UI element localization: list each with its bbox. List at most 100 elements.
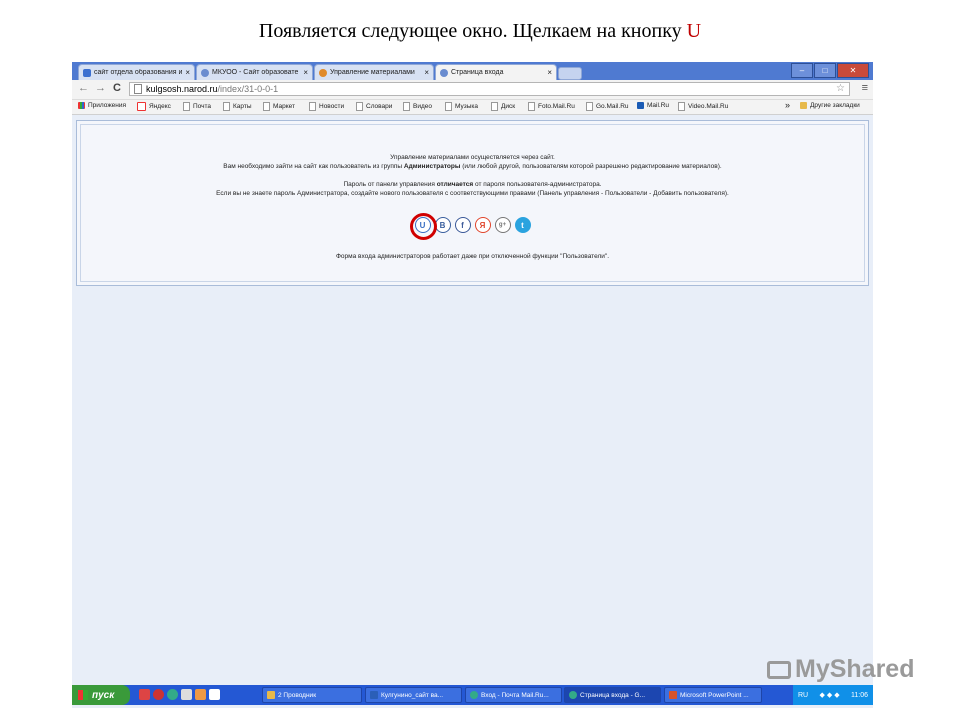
close-tab-icon[interactable]: × xyxy=(547,68,552,77)
site-favicon-icon xyxy=(201,68,209,77)
quicklaunch-opera-icon[interactable] xyxy=(153,689,164,700)
mail-ru-icon xyxy=(637,102,644,109)
browser-window: сайт отдела образования и × МКУОО - Сайт … xyxy=(72,62,873,708)
slide-caption: Появляется следующее окно. Щелкаем на кн… xyxy=(0,20,960,43)
bookmark-karty[interactable]: Карты xyxy=(223,102,252,111)
twitter-login-button[interactable]: t xyxy=(514,217,531,233)
bookmark-novosti[interactable]: Новости xyxy=(309,102,344,111)
bookmark-star-icon[interactable]: ☆ xyxy=(836,83,845,94)
task-label: Кулгунино_сайт ва... xyxy=(381,691,444,699)
tab-upravlenie[interactable]: Управление материалами × xyxy=(314,64,434,80)
site-favicon-icon xyxy=(319,68,327,77)
system-tray: RU ◆ ◆ ◆ 11:06 xyxy=(793,685,873,705)
footer-note: Форма входа администраторов работает даж… xyxy=(335,253,610,260)
info-line-2: Вам необходимо зайти на сайт как пользов… xyxy=(81,163,864,170)
window-controls: – □ ✕ xyxy=(790,63,869,78)
google-plus-login-button[interactable]: g+ xyxy=(494,217,511,233)
bookmark-label: Яндекс xyxy=(149,103,171,110)
quicklaunch-chrome-icon[interactable] xyxy=(167,689,178,700)
quicklaunch-filezilla-icon[interactable] xyxy=(139,689,150,700)
task-login-page[interactable]: Страница входа - G... xyxy=(564,687,661,703)
clock: 11:06 xyxy=(850,691,868,699)
bookmark-mail-ru[interactable]: Mail.Ru xyxy=(637,102,669,109)
tab-label: Страница входа xyxy=(451,69,504,76)
bookmark-pochta[interactable]: Почта xyxy=(183,102,211,111)
bookmark-label: Go.Mail.Ru xyxy=(596,103,629,110)
tab-login-page[interactable]: Страница входа × xyxy=(435,64,557,80)
reload-icon[interactable]: C xyxy=(113,82,121,94)
quicklaunch-firefox-icon[interactable] xyxy=(195,689,206,700)
page-icon xyxy=(183,102,190,111)
tab-label: Управление материалами xyxy=(330,69,415,76)
start-button[interactable]: пуск xyxy=(72,685,130,705)
info-line-3: Пароль от панели управления отличается о… xyxy=(81,181,864,188)
bookmark-label: Музыка xyxy=(455,103,478,110)
page-icon xyxy=(309,102,316,111)
bookmark-slovari[interactable]: Словари xyxy=(356,102,392,111)
bookmark-foto-mail[interactable]: Foto.Mail.Ru xyxy=(528,102,575,111)
caption-key: U xyxy=(686,20,702,42)
menu-icon[interactable]: ≡ xyxy=(862,82,868,94)
page-icon xyxy=(134,84,142,94)
task-powerpoint[interactable]: Microsoft PowerPoint ... xyxy=(664,687,762,703)
powerpoint-icon xyxy=(669,691,677,699)
tab-otdel[interactable]: сайт отдела образования и × xyxy=(78,64,195,80)
bookmark-go-mail[interactable]: Go.Mail.Ru xyxy=(586,102,629,111)
other-bookmarks[interactable]: Другие закладки xyxy=(800,102,860,109)
language-indicator[interactable]: RU xyxy=(798,692,808,699)
new-tab-button[interactable] xyxy=(558,67,582,80)
bookmark-label: Маркет xyxy=(273,103,296,110)
admin-login-panel: Управление материалами осуществляется че… xyxy=(76,120,869,286)
info-text: (или любой другой, пользователям которой… xyxy=(460,163,722,170)
page-icon xyxy=(223,102,230,111)
yandex-login-button[interactable]: Я xyxy=(474,217,491,233)
bookmark-market[interactable]: Маркет xyxy=(263,102,295,111)
close-tab-icon[interactable]: × xyxy=(185,68,190,77)
task-explorer[interactable]: 2 Проводник xyxy=(262,687,362,703)
close-window-button[interactable]: ✕ xyxy=(837,63,869,78)
page-icon xyxy=(528,102,535,111)
page-icon xyxy=(403,102,410,111)
chrome-icon xyxy=(569,691,577,699)
bookmark-label: Foto.Mail.Ru xyxy=(538,103,575,110)
tab-label: МКУОО - Сайт образовате xyxy=(212,69,299,76)
quicklaunch-desktop-icon[interactable] xyxy=(209,689,220,700)
bookmark-muzyka[interactable]: Музыка xyxy=(445,102,478,111)
browser-toolbar: ← → C kulgsosh.narod.ru/index/31-0-0-1 ☆… xyxy=(72,80,873,100)
task-mail[interactable]: Вход - Почта Mail.Ru... xyxy=(465,687,562,703)
monitor-icon xyxy=(767,660,791,679)
bookmark-label: Почта xyxy=(193,103,212,110)
bookmark-label: Video.Mail.Ru xyxy=(688,103,729,110)
bookmark-video-mail[interactable]: Video.Mail.Ru xyxy=(678,102,728,111)
bookmark-apps[interactable]: Приложения xyxy=(78,102,126,109)
minimize-button[interactable]: – xyxy=(791,63,813,78)
task-label: 2 Проводник xyxy=(278,691,317,699)
url-host: kulgsosh.narod.ru xyxy=(146,84,218,94)
tray-icons: ◆ ◆ ◆ xyxy=(819,692,840,699)
task-word[interactable]: Кулгунино_сайт ва... xyxy=(365,687,462,703)
address-bar[interactable]: kulgsosh.narod.ru/index/31-0-0-1 ☆ xyxy=(129,82,850,96)
more-bookmarks-chevron-icon[interactable]: » xyxy=(785,100,790,110)
tab-mkuoo[interactable]: МКУОО - Сайт образовате × xyxy=(196,64,313,80)
windows-taskbar: пуск 2 Проводник Кулгунино_сайт ва... Вх… xyxy=(72,685,873,705)
bookmark-yandex[interactable]: Яндекс xyxy=(137,102,171,111)
page-icon xyxy=(678,102,685,111)
maximize-button[interactable]: □ xyxy=(814,63,836,78)
bookmark-label: Приложения xyxy=(88,102,127,109)
watermark-text: MyShared xyxy=(795,655,915,683)
page-icon xyxy=(586,102,593,111)
close-tab-icon[interactable]: × xyxy=(424,68,429,77)
info-bold: Администраторы xyxy=(403,163,461,170)
close-tab-icon[interactable]: × xyxy=(303,68,308,77)
site-favicon-icon xyxy=(440,68,448,77)
bookmark-disk[interactable]: Диск xyxy=(491,102,515,111)
bookmarks-bar: Приложения Яндекс Почта Карты Маркет Нов… xyxy=(72,100,873,115)
back-arrow-icon[interactable]: ← xyxy=(78,82,89,94)
forward-arrow-icon[interactable]: → xyxy=(95,82,106,94)
bookmark-label: Другие закладки xyxy=(810,102,860,109)
quicklaunch-media-icon[interactable] xyxy=(181,689,192,700)
bookmark-video[interactable]: Видео xyxy=(403,102,432,111)
page-icon xyxy=(445,102,452,111)
facebook-login-button[interactable]: f xyxy=(454,217,471,233)
info-text: Вам необходимо зайти на сайт как пользов… xyxy=(223,163,404,170)
